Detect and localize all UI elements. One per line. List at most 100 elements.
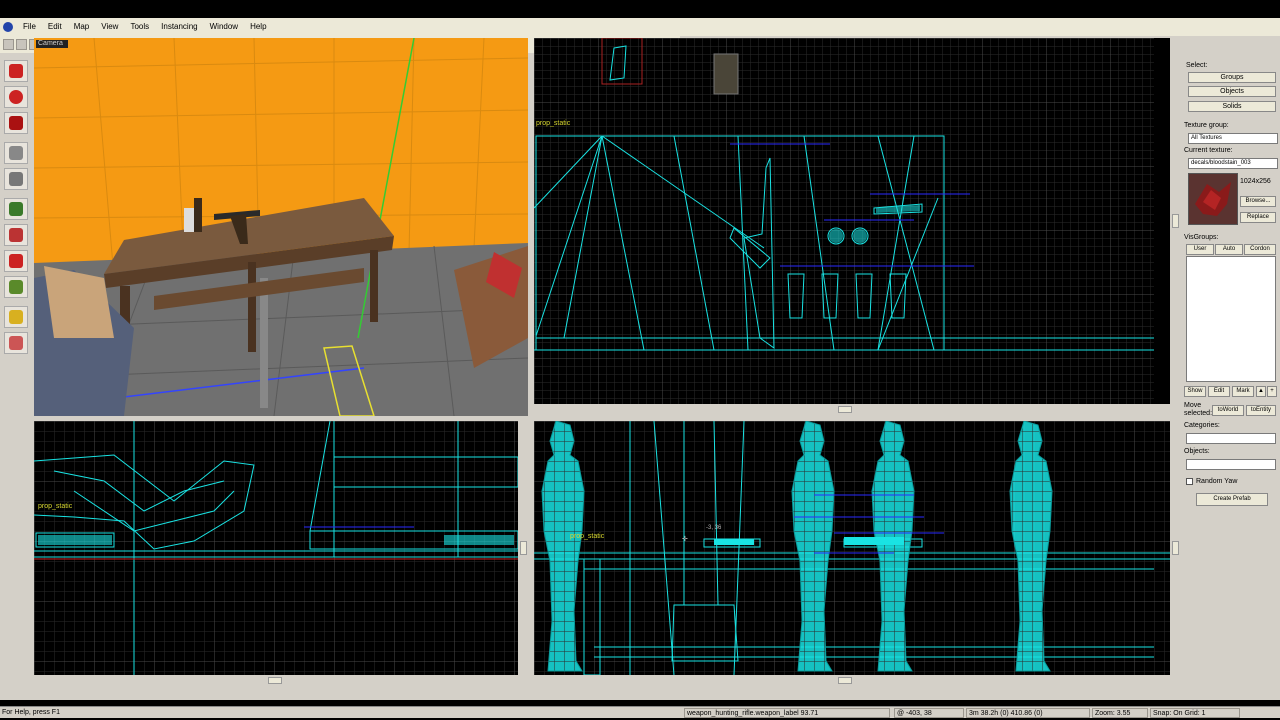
create-prefab-button[interactable]: Create Prefab — [1196, 493, 1268, 506]
visgroups-label: VisGroups: — [1184, 234, 1219, 241]
objects-button[interactable]: Objects — [1188, 86, 1276, 97]
texture-group-select[interactable]: All Textures — [1188, 133, 1278, 144]
side-view-wireframe — [34, 421, 518, 675]
front-viewport[interactable]: ✛ -3, 36 prop_static — [534, 421, 1170, 675]
menu-instancing[interactable]: Instancing — [155, 18, 203, 36]
random-yaw-label: Random Yaw — [1196, 478, 1238, 485]
entity-icon — [9, 146, 23, 160]
solids-button[interactable]: Solids — [1188, 101, 1276, 112]
move-selected-label: Move selected: — [1184, 402, 1213, 417]
selection-tool[interactable] — [4, 60, 28, 82]
visgroups-list[interactable] — [1186, 256, 1276, 382]
overlay-tool[interactable] — [4, 276, 28, 298]
status-coords: @ -403, 38 — [894, 708, 964, 718]
mark-button[interactable]: Mark — [1232, 386, 1254, 397]
side-viewport-vscroll[interactable] — [519, 421, 528, 675]
top-viewport-hscroll[interactable] — [534, 405, 1170, 414]
decal-icon — [9, 254, 23, 268]
app-icon — [3, 22, 13, 32]
entity-label: prop_static — [570, 533, 605, 540]
entity-tool[interactable] — [4, 142, 28, 164]
to-world-button[interactable]: toWorld — [1212, 405, 1244, 416]
pointer-icon — [9, 64, 23, 78]
status-size: 3m 38.2h (0) 410.86 (0) — [966, 708, 1090, 718]
status-snap: Snap: On Grid: 1 — [1150, 708, 1240, 718]
scroll-thumb[interactable] — [520, 541, 527, 555]
front-viewport-hscroll[interactable] — [534, 676, 1170, 685]
texture-preview — [1188, 173, 1238, 225]
side-viewport-hscroll[interactable] — [34, 676, 518, 685]
tab-auto[interactable]: Auto — [1215, 244, 1243, 255]
entity-label: prop_static — [38, 503, 73, 510]
up-arrow-icon[interactable]: ▲ — [1256, 386, 1266, 397]
menu-file[interactable]: File — [17, 18, 42, 36]
top-view-wireframe — [534, 38, 1170, 404]
3d-scene — [34, 38, 528, 416]
entity-label: prop_static — [536, 120, 571, 127]
object-properties-panel: Select: Groups Objects Solids Texture gr… — [1180, 56, 1280, 700]
status-selection: weapon_hunting_rifle.weapon_label 93.71 — [684, 708, 890, 718]
camera-icon — [9, 116, 23, 130]
show-button[interactable]: Show — [1184, 386, 1206, 397]
scroll-thumb[interactable] — [838, 677, 852, 684]
camera-viewport[interactable]: Camera — [34, 38, 528, 416]
menu-help[interactable]: Help — [244, 18, 272, 36]
scroll-thumb[interactable] — [838, 406, 852, 413]
to-entity-button[interactable]: toEntity — [1246, 405, 1276, 416]
browse-button[interactable]: Browse... — [1240, 196, 1276, 207]
camera-tool[interactable] — [4, 112, 28, 134]
clip-icon — [9, 310, 23, 324]
crosshair-readout: -3, 36 — [706, 525, 722, 531]
menu-tools[interactable]: Tools — [124, 18, 155, 36]
side-viewport[interactable]: prop_static — [34, 421, 518, 675]
cursor-crosshair-icon: ✛ — [682, 535, 688, 543]
status-bar: For Help, press F1 weapon_hunting_rifle.… — [0, 706, 1280, 718]
current-texture-select[interactable]: decals/bloodstain_003 — [1188, 158, 1278, 169]
menu-edit[interactable]: Edit — [42, 18, 68, 36]
edit-button[interactable]: Edit — [1208, 386, 1230, 397]
menu-window[interactable]: Window — [204, 18, 244, 36]
front-viewport-vscroll[interactable] — [1171, 421, 1180, 675]
menu-map[interactable]: Map — [68, 18, 96, 36]
tool-palette — [0, 56, 32, 700]
texture-icon — [9, 202, 23, 216]
clipping-tool[interactable] — [4, 306, 28, 328]
categories-label: Categories: — [1184, 422, 1220, 429]
new-icon[interactable] — [3, 39, 14, 50]
menu-view[interactable]: View — [95, 18, 124, 36]
magnify-icon — [9, 90, 23, 104]
apply-texture-icon — [9, 228, 23, 242]
block-tool[interactable] — [4, 168, 28, 190]
current-texture-label: Current texture: — [1184, 147, 1233, 154]
camera-label: Camera — [36, 40, 65, 47]
scroll-thumb[interactable] — [268, 677, 282, 684]
overlay-icon — [9, 280, 23, 294]
menu-bar: File Edit Map View Tools Instancing Wind… — [0, 18, 1280, 36]
vertex-icon — [9, 336, 23, 350]
texture-tool[interactable] — [4, 198, 28, 220]
objects-select[interactable] — [1186, 459, 1276, 470]
front-view-wireframe: ✛ -3, 36 — [534, 421, 1170, 675]
status-zoom: Zoom: 3.55 — [1092, 708, 1148, 718]
scroll-thumb[interactable] — [1172, 541, 1179, 555]
apply-texture-tool[interactable] — [4, 224, 28, 246]
groups-button[interactable]: Groups — [1188, 72, 1276, 83]
scroll-thumb[interactable] — [1172, 214, 1179, 228]
select-label: Select: — [1186, 62, 1208, 69]
texture-group-label: Texture group: — [1184, 122, 1229, 129]
top-viewport-vscroll[interactable] — [1171, 38, 1180, 404]
top-viewport[interactable]: prop_static — [534, 38, 1170, 404]
categories-select[interactable] — [1186, 433, 1276, 444]
decal-tool[interactable] — [4, 250, 28, 272]
texture-size-label: 1024x256 — [1240, 178, 1271, 185]
tab-cordon[interactable]: Cordon — [1244, 244, 1276, 255]
random-yaw-checkbox[interactable] — [1186, 478, 1193, 485]
open-icon[interactable] — [16, 39, 27, 50]
plus-icon[interactable]: + — [1267, 386, 1277, 397]
texture-preview-image — [1189, 174, 1237, 224]
tab-user[interactable]: User — [1186, 244, 1214, 255]
magnify-tool[interactable] — [4, 86, 28, 108]
objects-label: Objects: — [1184, 448, 1210, 455]
replace-button[interactable]: Replace — [1240, 212, 1276, 223]
vertex-tool[interactable] — [4, 332, 28, 354]
